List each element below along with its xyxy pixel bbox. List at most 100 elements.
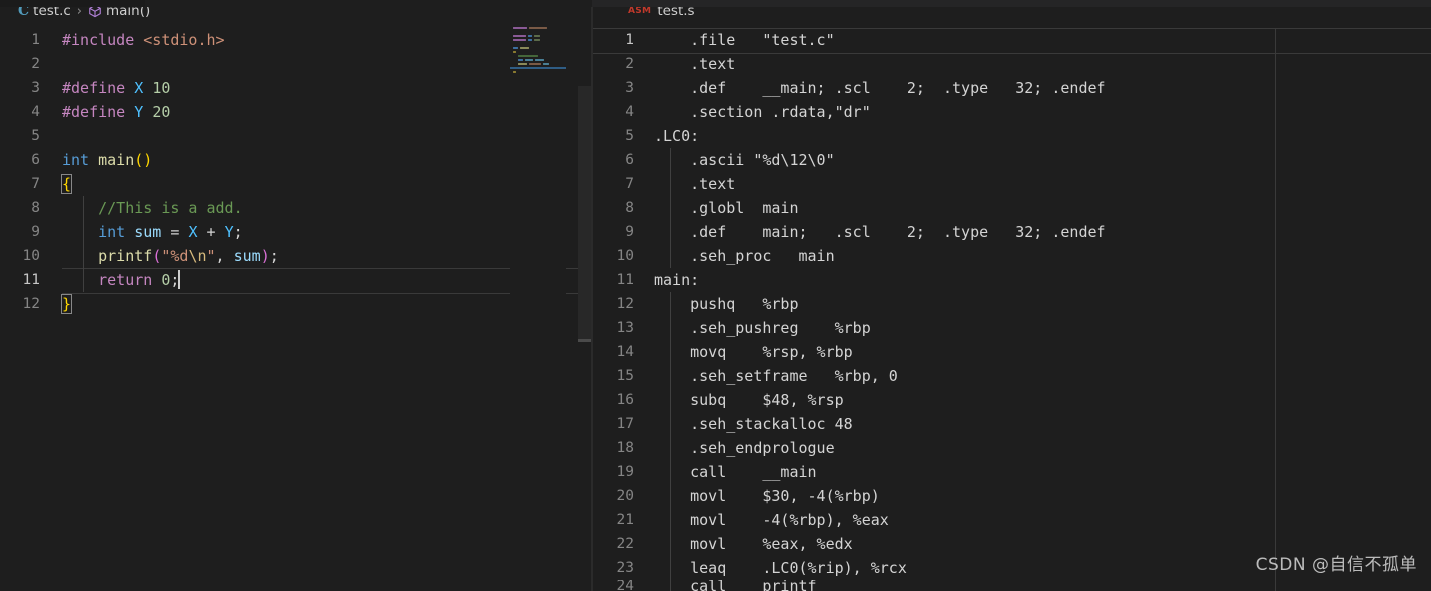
code-line[interactable]: 8 //This is a add. (0, 196, 592, 220)
vscode-window: C test.c › main() 1 #include <stdio.h> 2 (0, 0, 1431, 591)
line-content[interactable]: .def main; .scl 2; .type 32; .endef (654, 220, 1431, 244)
code-line[interactable]: 4 .section .rdata,"dr" (592, 100, 1431, 124)
indent-guide (83, 220, 84, 244)
code-line[interactable]: 10 printf("%d\n", sum); (0, 244, 592, 268)
line-number: 17 (616, 416, 634, 432)
code-line[interactable]: 9 .def main; .scl 2; .type 32; .endef (592, 220, 1431, 244)
line-number: 14 (616, 344, 634, 360)
vertical-scrollbar-right[interactable] (1421, 22, 1431, 591)
indent-guide (670, 244, 671, 268)
line-number: 13 (616, 320, 634, 336)
code-editor-asm[interactable]: 1 .file "test.c" 2 .text 3 .def __main; … (592, 28, 1431, 591)
code-line[interactable]: 5 (0, 124, 592, 148)
code-line[interactable]: 9 int sum = X + Y; (0, 220, 592, 244)
indent-guide (670, 172, 671, 196)
code-line[interactable]: 13 .seh_pushreg %rbp (592, 316, 1431, 340)
line-number: 20 (616, 488, 634, 504)
watermark-text: CSDN @自信不孤单 (1255, 555, 1417, 575)
indent-guide (670, 556, 671, 580)
titlebar-strip-mid (145, 0, 592, 7)
code-line[interactable]: 21 movl -4(%rbp), %eax (592, 508, 1431, 532)
line-content[interactable]: subq $48, %rsp (654, 388, 1431, 412)
code-line[interactable]: 12 pushq %rbp (592, 292, 1431, 316)
code-line[interactable]: 7 .text (592, 172, 1431, 196)
line-content[interactable]: call __main (654, 460, 1431, 484)
code-line[interactable]: 17 .seh_stackalloc 48 (592, 412, 1431, 436)
line-content[interactable]: .seh_stackalloc 48 (654, 412, 1431, 436)
code-line[interactable]: 7 { (0, 172, 592, 196)
line-content[interactable]: .globl main (654, 196, 1431, 220)
indent-guide (83, 268, 84, 292)
code-line[interactable]: 3 .def __main; .scl 2; .type 32; .endef (592, 76, 1431, 100)
code-line[interactable]: 2 .text (592, 52, 1431, 76)
code-line[interactable]: 2 (0, 52, 592, 76)
code-line-active[interactable]: 1 .file "test.c" (592, 28, 1431, 54)
code-line[interactable]: 12 } (0, 292, 592, 316)
code-line[interactable]: 15 .seh_setframe %rbp, 0 (592, 364, 1431, 388)
line-content[interactable]: .def __main; .scl 2; .type 32; .endef (654, 76, 1431, 100)
line-number: 16 (616, 392, 634, 408)
pane-divider-right (592, 7, 593, 591)
line-number: 21 (616, 512, 634, 528)
minimap-selection-highlight (510, 66, 566, 70)
code-line[interactable]: 6 int main() (0, 148, 592, 172)
line-content[interactable]: .ascii "%d\12\0" (654, 148, 1431, 172)
code-line-active[interactable]: 11 return 0; (0, 268, 592, 294)
code-line[interactable]: 16 subq $48, %rsp (592, 388, 1431, 412)
line-content[interactable]: movl -4(%rbp), %eax (654, 508, 1431, 532)
indent-guide (670, 460, 671, 484)
line-number: 2 (31, 56, 40, 72)
code-editor-c[interactable]: 1 #include <stdio.h> 2 3 #define X 10 4 … (0, 28, 592, 316)
editor-pane-left: C test.c › main() 1 #include <stdio.h> 2 (0, 0, 592, 591)
line-number: 11 (22, 272, 40, 288)
line-content[interactable]: .seh_setframe %rbp, 0 (654, 364, 1431, 388)
line-number: 10 (616, 248, 634, 264)
code-line[interactable]: 5 .LC0: (592, 124, 1431, 148)
indent-guide (670, 508, 671, 532)
line-content[interactable]: .section .rdata,"dr" (654, 100, 1431, 124)
scrollbar-thumb[interactable] (578, 86, 592, 339)
code-line[interactable]: 1 #include <stdio.h> (0, 28, 592, 52)
line-content[interactable]: .text (654, 172, 1431, 196)
asm-file-icon: ASM (628, 6, 652, 16)
code-line[interactable]: 18 .seh_endprologue (592, 436, 1431, 460)
line-number: 23 (616, 560, 634, 576)
line-number: 11 (616, 272, 634, 288)
line-content[interactable]: .file "test.c" (654, 28, 1431, 52)
indent-guide (670, 292, 671, 316)
line-content[interactable]: .text (654, 52, 1431, 76)
line-number: 7 (625, 176, 634, 192)
minimap[interactable] (510, 26, 566, 591)
line-content[interactable]: .LC0: (654, 124, 1431, 148)
line-number: 5 (31, 128, 40, 144)
indent-guide (670, 316, 671, 340)
code-line[interactable]: 3 #define X 10 (0, 76, 592, 100)
code-line[interactable]: 11 main: (592, 268, 1431, 292)
indent-guide (670, 148, 671, 172)
code-line[interactable]: 6 .ascii "%d\12\0" (592, 148, 1431, 172)
line-content[interactable]: .seh_proc main (654, 244, 1431, 268)
code-line[interactable]: 4 #define Y 20 (0, 100, 592, 124)
line-content[interactable]: main: (654, 268, 1431, 292)
line-number: 22 (616, 536, 634, 552)
line-number: 2 (625, 56, 634, 72)
indent-guide (670, 484, 671, 508)
line-content[interactable]: movq %rsp, %rbp (654, 340, 1431, 364)
code-line[interactable]: 10 .seh_proc main (592, 244, 1431, 268)
vertical-scrollbar-left[interactable] (578, 22, 592, 591)
indent-guide (670, 532, 671, 556)
line-number: 10 (22, 248, 40, 264)
code-line[interactable]: 14 movq %rsp, %rbp (592, 340, 1431, 364)
line-number: 3 (625, 80, 634, 96)
code-line[interactable]: 8 .globl main (592, 196, 1431, 220)
line-content[interactable]: pushq %rbp (654, 292, 1431, 316)
code-line[interactable]: 20 movl $30, -4(%rbp) (592, 484, 1431, 508)
line-content[interactable]: movl $30, -4(%rbp) (654, 484, 1431, 508)
code-line[interactable]: 19 call __main (592, 460, 1431, 484)
line-number: 18 (616, 440, 634, 456)
line-content[interactable]: .seh_endprologue (654, 436, 1431, 460)
line-number: 5 (625, 128, 634, 144)
indent-guide (670, 340, 671, 364)
indent-guide (83, 196, 84, 220)
line-content[interactable]: .seh_pushreg %rbp (654, 316, 1431, 340)
